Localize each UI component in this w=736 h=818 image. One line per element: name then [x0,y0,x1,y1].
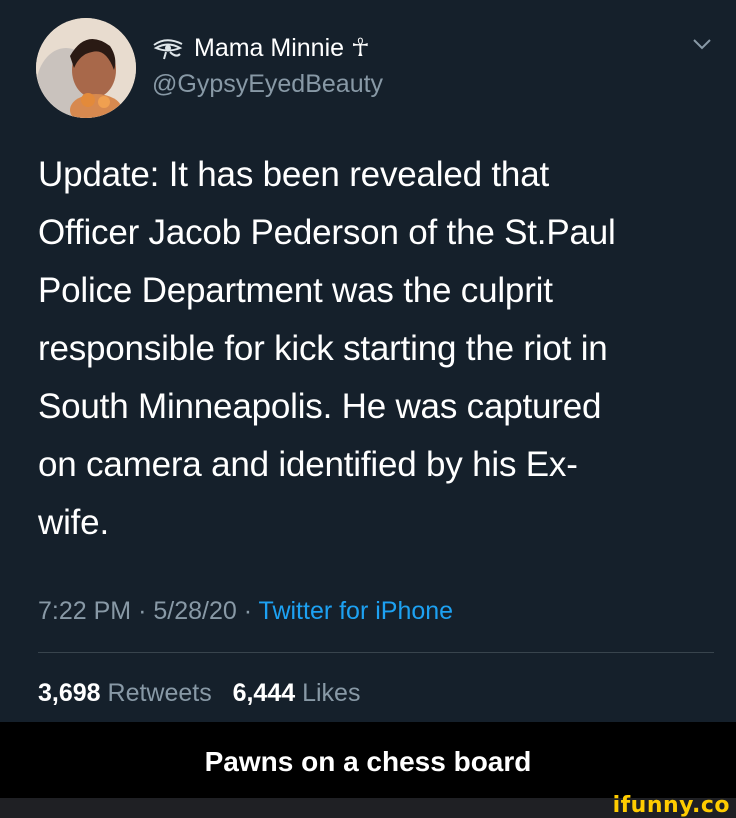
chevron-down-icon[interactable] [690,32,714,56]
tweet-text-line: Police Department was the culprit [38,271,553,310]
likes-stat[interactable]: 6,444 Likes [233,679,361,707]
tweet-text-line: South Minneapolis. He was captured [38,387,602,426]
eye-of-horus-icon [153,39,183,60]
avatar-photo [36,18,136,118]
tweet-text-line: on camera and identified by his Ex- [38,445,578,484]
tweet-source-link[interactable]: Twitter for iPhone [259,597,454,625]
retweets-count: 3,698 [38,679,101,707]
meme-caption: Pawns on a chess board [204,746,532,777]
display-name-row[interactable]: Mama Minnie ☥ [152,34,370,62]
user-handle[interactable]: @GypsyEyedBeauty [152,70,383,98]
tweet-text-line: wife. [38,503,109,542]
likes-label: Likes [302,679,361,707]
tweet-text-line: Officer Jacob Pederson of the St.Paul [38,213,616,252]
tweet-text-line: Update: It has been revealed that [38,155,549,194]
meme-screenshot: Mama Minnie ☥ @GypsyEyedBeauty Update: I… [0,0,736,818]
likes-count: 6,444 [232,679,296,707]
tweet-date[interactable]: 5/28/20 [153,597,236,625]
retweets-label: Retweets [107,679,212,707]
tweet-time[interactable]: 7:22 PM [38,597,131,625]
ifunny-watermark: ifunny.co [612,793,730,818]
retweets-stat[interactable]: 3,698 Retweets [38,679,212,707]
tweet-card: Mama Minnie ☥ @GypsyEyedBeauty Update: I… [0,0,736,722]
meta-separator: · [138,597,147,625]
avatar[interactable] [36,18,136,118]
tweet-text: Update: It has been revealed that Office… [38,146,708,552]
tweet-text-line: responsible for kick starting the riot i… [38,329,608,368]
tweet-stats: 3,698 Retweets 6,444 Likes [38,678,360,708]
meta-separator: · [243,597,253,625]
tweet-metadata: 7:22 PM · 5/28/20 · Twitter for iPhone [38,596,453,626]
display-name: Mama Minnie ☥ [194,34,370,62]
divider [38,652,714,653]
